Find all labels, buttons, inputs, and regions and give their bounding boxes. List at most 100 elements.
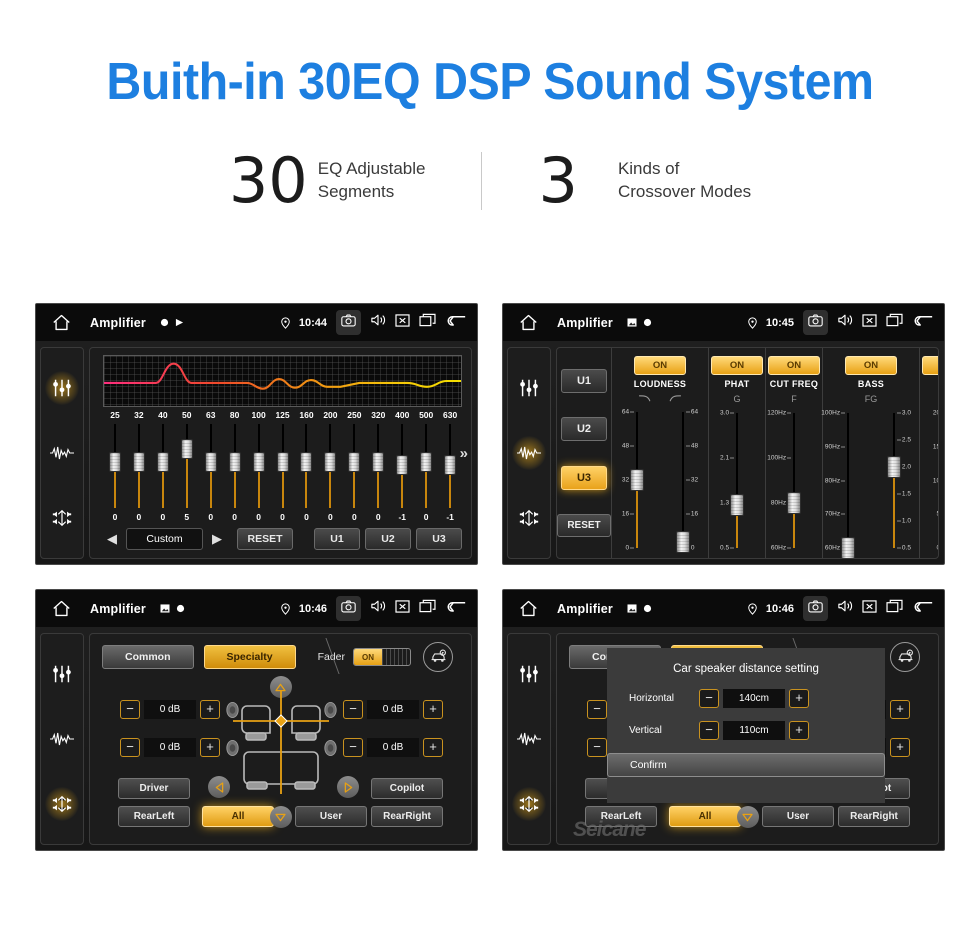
toggle-bass[interactable]: ON <box>845 356 897 375</box>
gain-minus-button[interactable]: − <box>587 738 607 757</box>
slider-knob[interactable] <box>630 469 644 491</box>
slider-knob[interactable] <box>887 456 901 478</box>
home-icon[interactable] <box>46 314 76 331</box>
back-icon[interactable] <box>445 599 467 618</box>
preset-u2-button[interactable]: U2 <box>561 417 607 442</box>
car-settings-icon[interactable] <box>890 642 920 672</box>
balance-icon[interactable] <box>45 786 79 821</box>
volume-icon[interactable] <box>837 599 853 618</box>
eq-slider-row[interactable] <box>103 422 462 512</box>
gain-minus-button[interactable]: − <box>120 738 140 757</box>
volume-icon[interactable] <box>370 313 386 332</box>
equalizer-icon[interactable] <box>512 371 546 405</box>
car-settings-icon[interactable] <box>423 642 453 672</box>
crossover-slider[interactable]: 64 48 32 16 0 <box>660 406 706 554</box>
close-box-icon[interactable] <box>862 599 877 618</box>
gain-minus-button[interactable]: − <box>343 738 363 757</box>
slider-knob[interactable] <box>348 452 361 472</box>
horizontal-minus-button[interactable]: − <box>699 689 719 708</box>
slider-knob[interactable] <box>204 452 217 472</box>
eq-slider[interactable] <box>271 422 295 512</box>
close-box-icon[interactable] <box>862 313 877 332</box>
gain-plus-button[interactable]: + <box>200 700 220 719</box>
nav-down-button[interactable] <box>736 806 759 828</box>
preset-u3-button[interactable]: U3 <box>416 528 462 550</box>
preset-u1-button[interactable]: U1 <box>561 369 607 394</box>
eq-slider[interactable] <box>366 422 390 512</box>
gain-minus-button[interactable]: − <box>343 700 363 719</box>
back-icon[interactable] <box>912 313 934 332</box>
confirm-button[interactable]: Confirm <box>607 753 885 777</box>
preset-u1-button[interactable]: U1 <box>314 528 360 550</box>
car-seat-diagram[interactable] <box>232 690 329 800</box>
volume-icon[interactable] <box>370 599 386 618</box>
tab-specialty[interactable]: Specialty <box>203 645 296 669</box>
eq-slider[interactable] <box>175 422 199 512</box>
preset-name[interactable]: Custom <box>126 528 203 550</box>
seat-user-button[interactable]: User <box>295 806 367 827</box>
slider-knob[interactable] <box>730 493 744 516</box>
slider-knob[interactable] <box>132 452 145 472</box>
eq-slider[interactable] <box>414 422 438 512</box>
recents-icon[interactable] <box>419 313 436 332</box>
eq-slider[interactable] <box>247 422 271 512</box>
camera-icon[interactable] <box>336 310 361 335</box>
close-box-icon[interactable] <box>395 313 410 332</box>
eq-slider[interactable] <box>151 422 175 512</box>
slider-knob[interactable] <box>676 530 690 553</box>
crossover-slider[interactable]: 100Hz 90Hz 80Hz 70Hz 60Hz <box>821 407 871 558</box>
reset-button[interactable]: RESET <box>557 513 611 537</box>
gain-minus-button[interactable]: − <box>587 700 607 719</box>
slider-knob[interactable] <box>396 455 409 475</box>
preset-next-button[interactable]: ▶ <box>208 531 226 547</box>
waveform-icon[interactable] <box>45 436 79 470</box>
eq-slider[interactable] <box>103 422 127 512</box>
toggle-sub[interactable]: ON <box>922 356 938 375</box>
back-icon[interactable] <box>912 599 934 618</box>
recents-icon[interactable] <box>886 313 903 332</box>
nav-right-button[interactable] <box>337 776 359 798</box>
gain-plus-button[interactable]: + <box>423 700 443 719</box>
vertical-plus-button[interactable]: + <box>789 721 809 740</box>
preset-u2-button[interactable]: U2 <box>365 528 411 550</box>
nav-down-button[interactable] <box>269 806 292 828</box>
nav-left-button[interactable] <box>208 776 230 798</box>
seat-all-button[interactable]: All <box>669 806 741 827</box>
equalizer-icon[interactable] <box>45 657 79 691</box>
eq-slider[interactable] <box>223 422 247 512</box>
slider-knob[interactable] <box>300 452 313 472</box>
equalizer-icon[interactable] <box>512 657 546 691</box>
back-icon[interactable] <box>445 313 467 332</box>
preset-u3-button[interactable]: U3 <box>561 465 607 490</box>
slider-knob[interactable] <box>420 452 433 472</box>
camera-icon[interactable] <box>336 596 361 621</box>
home-icon[interactable] <box>513 314 543 331</box>
balance-icon[interactable] <box>45 501 79 535</box>
eq-slider[interactable] <box>318 422 342 512</box>
gain-minus-button[interactable]: − <box>120 700 140 719</box>
slider-knob[interactable] <box>156 452 169 472</box>
tab-common[interactable]: Common <box>102 645 194 669</box>
camera-icon[interactable] <box>803 310 828 335</box>
slider-knob[interactable] <box>787 491 801 514</box>
seat-all-button[interactable]: All <box>202 806 274 827</box>
waveform-icon[interactable] <box>512 722 546 756</box>
gain-plus-button[interactable]: + <box>423 738 443 757</box>
slider-knob[interactable] <box>228 452 241 472</box>
eq-slider[interactable] <box>438 422 462 512</box>
reset-button[interactable]: RESET <box>237 528 293 550</box>
slider-knob[interactable] <box>372 452 385 472</box>
crossover-slider[interactable]: 3.0 2.5 2.0 1.5 1.0 0.5 <box>871 407 917 554</box>
slider-knob[interactable] <box>180 439 193 459</box>
balance-icon[interactable] <box>512 501 546 535</box>
horizontal-plus-button[interactable]: + <box>789 689 809 708</box>
crossover-slider[interactable]: 20 15 10 5 0 <box>925 407 938 554</box>
slider-knob[interactable] <box>108 452 121 472</box>
slider-knob[interactable] <box>324 452 337 472</box>
home-icon[interactable] <box>513 600 543 617</box>
vertical-minus-button[interactable]: − <box>699 721 719 740</box>
preset-prev-button[interactable]: ◀ <box>103 531 121 547</box>
home-icon[interactable] <box>46 600 76 617</box>
volume-icon[interactable] <box>837 313 853 332</box>
slider-knob[interactable] <box>252 452 265 472</box>
